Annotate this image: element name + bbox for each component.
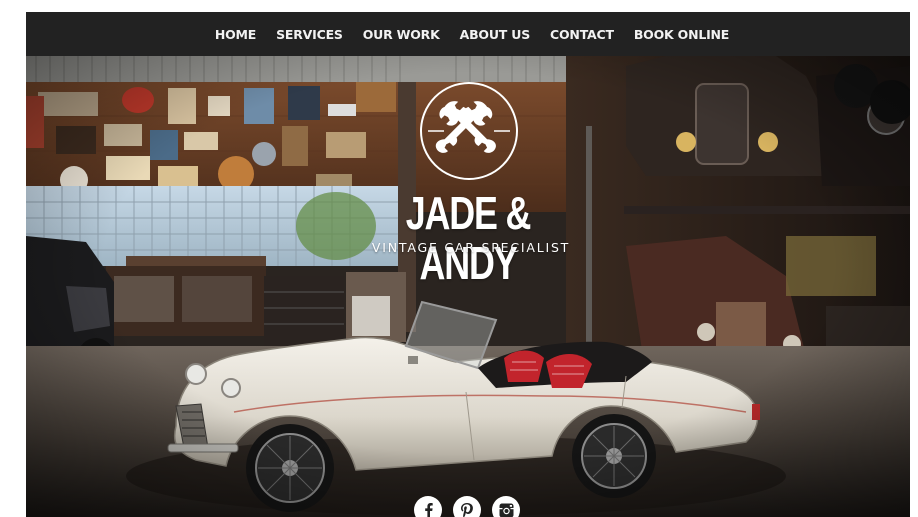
nav-menu: HOME SERVICES OUR WORK ABOUT US CONTACT … bbox=[205, 27, 739, 42]
brand-tagline: VINTAGE CAR SPECIALIST bbox=[371, 240, 571, 255]
nav-item-home[interactable]: HOME bbox=[205, 27, 266, 42]
pinterest-icon[interactable] bbox=[453, 496, 481, 517]
facebook-icon[interactable] bbox=[414, 496, 442, 517]
brand-title: JADE & ANDY bbox=[405, 187, 532, 289]
instagram-icon[interactable] bbox=[492, 496, 520, 517]
nav-item-book-online[interactable]: BOOK ONLINE bbox=[624, 27, 739, 42]
top-navigation: HOME SERVICES OUR WORK ABOUT US CONTACT … bbox=[26, 12, 910, 56]
social-links bbox=[414, 496, 520, 517]
facebook-glyph bbox=[425, 503, 433, 517]
hero-section: JADE & ANDY VINTAGE CAR SPECIALIST bbox=[26, 56, 910, 517]
nav-item-about-us[interactable]: ABOUT US bbox=[450, 27, 540, 42]
nav-item-services[interactable]: SERVICES bbox=[266, 27, 353, 42]
instagram-glyph bbox=[499, 503, 513, 517]
website-frame: HOME SERVICES OUR WORK ABOUT US CONTACT … bbox=[26, 12, 910, 517]
nav-item-our-work[interactable]: OUR WORK bbox=[353, 27, 450, 42]
nav-item-contact[interactable]: CONTACT bbox=[540, 27, 624, 42]
crossed-wrenches-icon bbox=[420, 82, 518, 180]
pinterest-glyph bbox=[461, 503, 473, 517]
